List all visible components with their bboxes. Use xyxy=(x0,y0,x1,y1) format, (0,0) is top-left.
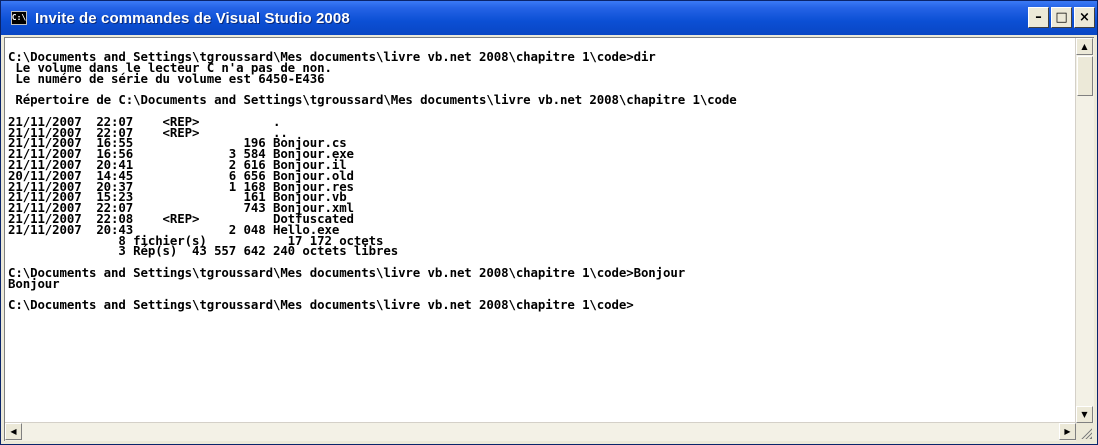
window-controls: – □ × xyxy=(1028,7,1095,28)
console-line: C:\Documents and Settings\tgroussard\Mes… xyxy=(8,264,686,280)
console-line: 3 Rép(s) 43 557 642 240 octets libres xyxy=(8,243,399,259)
console-line: Bonjour xyxy=(8,275,60,291)
console-line: Le numéro de série du volume est 6450-E4… xyxy=(8,70,325,86)
console-output[interactable]: C:\Documents and Settings\tgroussard\Mes… xyxy=(5,38,1076,423)
window-title: Invite de commandes de Visual Studio 200… xyxy=(35,9,350,27)
console-text: C:\Documents and Settings\tgroussard\Mes… xyxy=(5,38,1076,311)
console-line: C:\Documents and Settings\tgroussard\Mes… xyxy=(8,297,634,313)
scroll-left-arrow-icon[interactable]: ◀ xyxy=(5,423,22,440)
size-grip[interactable] xyxy=(1076,423,1094,441)
maximize-button[interactable]: □ xyxy=(1051,7,1072,28)
vertical-scroll-thumb[interactable] xyxy=(1077,56,1093,96)
scroll-up-arrow-icon[interactable]: ▲ xyxy=(1076,38,1093,55)
scroll-right-arrow-icon[interactable]: ▶ xyxy=(1059,423,1076,440)
scroll-down-arrow-icon[interactable]: ▼ xyxy=(1076,406,1093,423)
title-bar[interactable]: C:\ Invite de commandes de Visual Studio… xyxy=(1,1,1097,35)
console-line: Répertoire de C:\Documents and Settings\… xyxy=(8,92,737,108)
console-icon[interactable]: C:\ xyxy=(11,11,27,25)
resize-grip-icon xyxy=(1080,427,1092,439)
vertical-scrollbar[interactable]: ▲ ▼ xyxy=(1075,38,1094,423)
console-window: C:\ Invite de commandes de Visual Studio… xyxy=(0,0,1098,445)
horizontal-scrollbar[interactable]: ◀ ▶ xyxy=(5,422,1076,441)
close-button[interactable]: × xyxy=(1074,7,1095,28)
console-client-area: C:\Documents and Settings\tgroussard\Mes… xyxy=(4,37,1094,441)
minimize-button[interactable]: – xyxy=(1028,7,1049,28)
